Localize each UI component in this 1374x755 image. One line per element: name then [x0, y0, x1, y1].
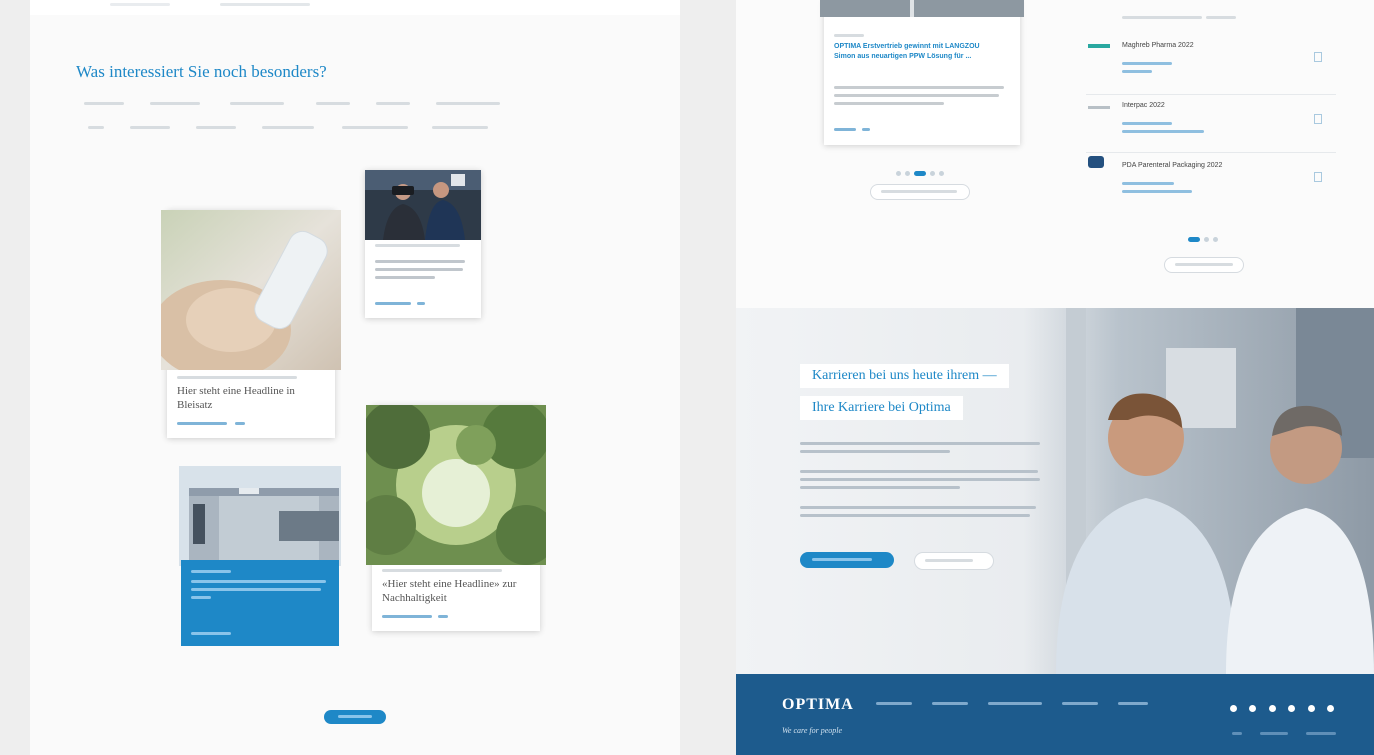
top-bar-remnant: [30, 0, 680, 15]
filter-chip[interactable]: [436, 102, 500, 105]
event-title: Interpac 2022: [1122, 102, 1165, 109]
career-headline-2: Ihre Karriere bei Optima: [812, 400, 951, 415]
twitter-icon[interactable]: [1327, 705, 1335, 712]
calendar-icon[interactable]: [1314, 52, 1322, 62]
article-card[interactable]: «Hier steht eine Headline» zur Nachhalti…: [366, 405, 546, 631]
event-logo: [1088, 156, 1104, 168]
article-image: [365, 170, 481, 240]
events-list: Maghreb Pharma 2022 Interpac 2022 PDA Pa…: [1086, 0, 1336, 230]
share-icon[interactable]: [1268, 705, 1276, 712]
career-headline-1: Karrieren bei uns heute ihrem —: [812, 368, 997, 383]
event-title: Maghreb Pharma 2022: [1122, 42, 1194, 49]
event-item[interactable]: Interpac 2022: [1086, 100, 1336, 150]
event-logo: [1088, 106, 1110, 109]
filter-chip[interactable]: [262, 126, 314, 129]
career-secondary-button[interactable]: [914, 552, 994, 570]
event-item[interactable]: Maghreb Pharma 2022: [1086, 38, 1336, 88]
career-headline-box-1: Karrieren bei uns heute ihrem —: [800, 364, 1009, 388]
article-card[interactable]: [179, 466, 341, 646]
footer-link[interactable]: [876, 702, 912, 705]
youtube-icon[interactable]: [1307, 705, 1315, 712]
read-more-link[interactable]: [382, 615, 432, 618]
social-links: [1226, 699, 1338, 717]
filter-chip[interactable]: [130, 126, 170, 129]
news-image: [820, 0, 1024, 17]
career-headline-box-2: Ihre Karriere bei Optima: [800, 396, 963, 420]
footer-link[interactable]: [932, 702, 968, 705]
article-headline: «Hier steht eine Headline» zur Nachhalti…: [382, 578, 517, 604]
news-title[interactable]: OPTIMA Erstvertrieb gewinnt mit LANGZOU …: [834, 42, 994, 62]
read-more-link[interactable]: [177, 422, 227, 425]
filter-chip[interactable]: [432, 126, 488, 129]
filter-chip[interactable]: [84, 102, 124, 105]
article-image: [366, 405, 546, 565]
footer-logo[interactable]: OPTIMA: [782, 696, 854, 714]
load-more-button[interactable]: [324, 710, 386, 724]
footer-legal-link[interactable]: [1232, 732, 1242, 735]
category-filters: [84, 100, 524, 140]
career-hero: Karrieren bei uns heute ihrem — Ihre Kar…: [736, 308, 1374, 674]
footer: OPTIMA We care for people: [736, 674, 1374, 755]
event-title: PDA Parenteral Packaging 2022: [1122, 162, 1223, 169]
read-more-link[interactable]: [834, 128, 856, 131]
article-card[interactable]: Hier steht eine Headline in Bleisatz: [161, 210, 341, 438]
filter-chip[interactable]: [316, 102, 350, 105]
filter-chip[interactable]: [150, 102, 200, 105]
news-card[interactable]: OPTIMA Erstvertrieb gewinnt mit LANGZOU …: [820, 0, 1024, 145]
filter-chip[interactable]: [88, 126, 104, 129]
footer-link[interactable]: [1062, 702, 1098, 705]
article-card[interactable]: [365, 170, 481, 318]
filter-chip[interactable]: [342, 126, 408, 129]
card-blue-panel: [181, 560, 339, 646]
article-image: [161, 210, 341, 370]
read-more-link[interactable]: [191, 632, 231, 635]
event-item[interactable]: PDA Parenteral Packaging 2022: [1086, 156, 1336, 206]
chat-icon[interactable]: [1249, 705, 1257, 712]
filter-chip[interactable]: [376, 102, 410, 105]
footer-link[interactable]: [988, 702, 1042, 705]
career-primary-button[interactable]: [800, 552, 894, 568]
section-title: Was interessiert Sie noch besonders?: [76, 62, 327, 81]
all-events-button[interactable]: [1164, 257, 1244, 273]
article-headline: Hier steht eine Headline in Bleisatz: [177, 385, 295, 411]
events-carousel-dots[interactable]: [1186, 229, 1220, 247]
footer-link[interactable]: [1118, 702, 1148, 705]
news-carousel-dots[interactable]: [894, 163, 946, 181]
career-photo: [736, 308, 1374, 674]
all-news-button[interactable]: [870, 184, 970, 200]
footer-tagline: We care for people: [782, 726, 843, 735]
article-image: [179, 466, 341, 566]
footer-legal-link[interactable]: [1306, 732, 1336, 735]
footer-legal-link[interactable]: [1260, 732, 1288, 735]
filter-chip[interactable]: [196, 126, 236, 129]
event-logo: [1088, 44, 1110, 48]
calendar-icon[interactable]: [1314, 114, 1322, 124]
filter-chip[interactable]: [230, 102, 284, 105]
instagram-icon[interactable]: [1230, 705, 1237, 712]
calendar-icon[interactable]: [1314, 172, 1322, 182]
linkedin-icon[interactable]: [1288, 705, 1296, 712]
read-more-link[interactable]: [375, 302, 411, 305]
